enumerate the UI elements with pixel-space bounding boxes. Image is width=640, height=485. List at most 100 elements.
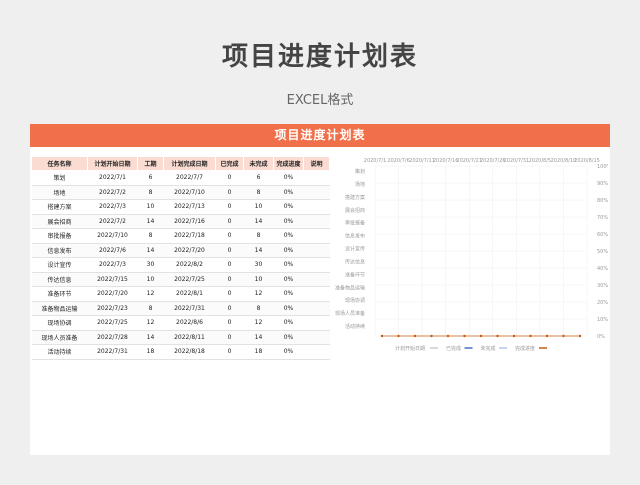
table-cell[interactable]: 设计宣传 bbox=[31, 257, 88, 273]
table-cell[interactable]: 12 bbox=[137, 315, 164, 331]
table-cell[interactable]: 2022/7/2 bbox=[87, 185, 138, 200]
table-cell[interactable] bbox=[303, 272, 330, 287]
table-cell[interactable]: 2022/8/2 bbox=[163, 257, 216, 273]
table-cell[interactable]: 信息发布 bbox=[31, 243, 88, 258]
table-cell[interactable]: 2022/7/6 bbox=[87, 243, 138, 258]
table-cell[interactable]: 14 bbox=[243, 330, 274, 345]
table-cell[interactable] bbox=[303, 243, 330, 258]
table-cell[interactable]: 0% bbox=[273, 170, 304, 186]
table-cell[interactable]: 10 bbox=[243, 272, 274, 287]
table-cell[interactable]: 2022/7/2 bbox=[87, 214, 138, 229]
table-cell[interactable]: 6 bbox=[137, 170, 164, 186]
table-cell[interactable]: 10 bbox=[137, 272, 164, 287]
table-cell[interactable] bbox=[303, 315, 330, 331]
table-cell[interactable]: 搭建方案 bbox=[31, 199, 88, 215]
table-cell[interactable] bbox=[303, 257, 330, 273]
table-cell[interactable]: 0% bbox=[273, 286, 304, 302]
table-cell[interactable]: 0% bbox=[273, 301, 304, 316]
table-cell[interactable]: 0% bbox=[273, 315, 304, 331]
table-cell[interactable]: 2022/7/10 bbox=[87, 228, 138, 244]
table-cell[interactable] bbox=[303, 228, 330, 244]
table-cell[interactable]: 0 bbox=[215, 272, 244, 287]
table-cell[interactable]: 0 bbox=[215, 315, 244, 331]
table-cell[interactable]: 审批报备 bbox=[31, 228, 88, 244]
table-cell[interactable]: 准备环节 bbox=[31, 286, 88, 302]
table-cell[interactable]: 18 bbox=[243, 344, 274, 360]
table-cell[interactable]: 2022/7/1 bbox=[87, 170, 138, 186]
table-cell[interactable]: 2022/7/25 bbox=[163, 272, 216, 287]
table-cell[interactable]: 0 bbox=[215, 199, 244, 215]
table-cell[interactable]: 0 bbox=[215, 214, 244, 229]
table-cell[interactable]: 2022/7/31 bbox=[87, 344, 138, 360]
table-cell[interactable]: 8 bbox=[243, 301, 274, 316]
table-cell[interactable]: 0% bbox=[273, 199, 304, 215]
table-cell[interactable]: 0 bbox=[215, 257, 244, 273]
table-cell[interactable]: 12 bbox=[243, 315, 274, 331]
table-cell[interactable]: 2022/7/3 bbox=[87, 257, 138, 273]
table-cell[interactable]: 2022/7/23 bbox=[87, 301, 138, 316]
table-cell[interactable]: 准备物品运输 bbox=[31, 301, 88, 316]
table-cell[interactable]: 8 bbox=[243, 185, 274, 200]
table-cell[interactable]: 0% bbox=[273, 243, 304, 258]
table-cell[interactable]: 0% bbox=[273, 272, 304, 287]
table-cell[interactable]: 0 bbox=[215, 301, 244, 316]
table-cell[interactable]: 12 bbox=[243, 286, 274, 302]
table-cell[interactable]: 2022/7/25 bbox=[87, 315, 138, 331]
table-cell[interactable] bbox=[303, 301, 330, 316]
table-cell[interactable]: 30 bbox=[137, 257, 164, 273]
table-cell[interactable]: 10 bbox=[137, 199, 164, 215]
table-cell[interactable]: 2022/8/1 bbox=[163, 286, 216, 302]
table-cell[interactable]: 0 bbox=[215, 185, 244, 200]
table-cell[interactable] bbox=[303, 170, 330, 186]
table-cell[interactable]: 2022/8/6 bbox=[163, 315, 216, 331]
table-cell[interactable]: 18 bbox=[137, 344, 164, 360]
table-cell[interactable]: 2022/7/20 bbox=[87, 286, 138, 302]
table-cell[interactable]: 2022/7/7 bbox=[163, 170, 216, 186]
table-cell[interactable] bbox=[303, 330, 330, 345]
table-cell[interactable]: 活动持续 bbox=[31, 344, 88, 360]
table-cell[interactable] bbox=[303, 344, 330, 360]
table-cell[interactable]: 2022/7/13 bbox=[163, 199, 216, 215]
table-cell[interactable] bbox=[303, 199, 330, 215]
table-cell[interactable] bbox=[303, 286, 330, 302]
table-cell[interactable]: 场地 bbox=[31, 185, 88, 200]
table-cell[interactable]: 0 bbox=[215, 170, 244, 186]
table-cell[interactable]: 0% bbox=[273, 185, 304, 200]
table-cell[interactable]: 10 bbox=[243, 199, 274, 215]
table-cell[interactable]: 策划 bbox=[31, 170, 88, 186]
table-cell[interactable]: 0 bbox=[215, 330, 244, 345]
table-cell[interactable]: 0% bbox=[273, 330, 304, 345]
table-cell[interactable]: 2022/8/11 bbox=[163, 330, 216, 345]
table-cell[interactable]: 2022/7/28 bbox=[87, 330, 138, 345]
table-cell[interactable] bbox=[303, 214, 330, 229]
table-cell[interactable]: 0 bbox=[215, 228, 244, 244]
table-cell[interactable]: 现场人员准备 bbox=[31, 330, 88, 345]
table-cell[interactable]: 30 bbox=[243, 257, 274, 273]
table-cell[interactable]: 0% bbox=[273, 228, 304, 244]
table-cell[interactable]: 现场协调 bbox=[31, 315, 88, 331]
table-cell[interactable]: 0 bbox=[215, 286, 244, 302]
table-cell[interactable]: 2022/7/10 bbox=[163, 185, 216, 200]
table-cell[interactable]: 6 bbox=[243, 170, 274, 186]
table-cell[interactable]: 12 bbox=[137, 286, 164, 302]
table-cell[interactable]: 2022/8/18 bbox=[163, 344, 216, 360]
table-cell[interactable]: 展会招商 bbox=[31, 214, 88, 229]
table-cell[interactable]: 8 bbox=[243, 228, 274, 244]
table-cell[interactable] bbox=[303, 185, 330, 200]
table-cell[interactable]: 2022/7/16 bbox=[163, 214, 216, 229]
table-cell[interactable]: 0% bbox=[273, 214, 304, 229]
table-cell[interactable]: 14 bbox=[137, 330, 164, 345]
table-cell[interactable]: 0% bbox=[273, 344, 304, 360]
table-cell[interactable]: 传达信息 bbox=[31, 272, 88, 287]
table-cell[interactable]: 14 bbox=[243, 243, 274, 258]
table-cell[interactable]: 8 bbox=[137, 185, 164, 200]
table-cell[interactable]: 0% bbox=[273, 257, 304, 273]
table-cell[interactable]: 0 bbox=[215, 243, 244, 258]
table-cell[interactable]: 0 bbox=[215, 344, 244, 360]
table-cell[interactable]: 2022/7/15 bbox=[87, 272, 138, 287]
table-cell[interactable]: 2022/7/31 bbox=[163, 301, 216, 316]
table-cell[interactable]: 14 bbox=[137, 214, 164, 229]
table-cell[interactable]: 2022/7/20 bbox=[163, 243, 216, 258]
table-cell[interactable]: 2022/7/3 bbox=[87, 199, 138, 215]
table-cell[interactable]: 14 bbox=[137, 243, 164, 258]
